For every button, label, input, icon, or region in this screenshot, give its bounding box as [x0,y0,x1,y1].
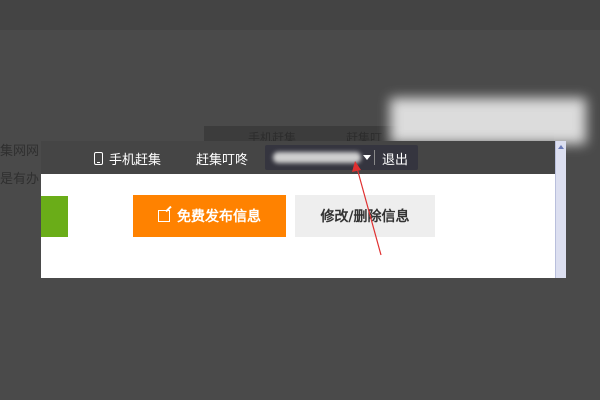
username-redacted [273,152,361,163]
top-nav-bar: 手机赶集 赶集叮咚 退出 [41,141,555,174]
mobile-app-link[interactable]: 手机赶集 [94,149,161,168]
scrollbar[interactable] [555,141,566,278]
site-panel: 手机赶集 赶集叮咚 退出 免费发布信息 修改/删除信息 [41,141,566,278]
post-free-info-button[interactable]: 免费发布信息 [133,195,286,237]
redaction-blur [390,98,586,144]
edit-delete-info-button[interactable]: 修改/删除信息 [295,195,435,237]
post-button-label: 免费发布信息 [177,209,261,225]
logout-link[interactable]: 退出 [382,149,408,168]
mobile-app-label: 手机赶集 [109,153,162,168]
background-text-1: 集网网 [0,144,40,159]
divider [374,150,375,165]
user-menu[interactable]: 退出 [265,145,418,170]
caret-down-icon[interactable] [363,155,371,160]
green-accent-block [41,196,68,237]
ding-link[interactable]: 赶集叮咚 [196,149,248,168]
edit-icon [158,210,170,222]
background-text-2: 是有办 [0,172,40,187]
background-band [0,0,600,30]
phone-icon [94,152,103,165]
scroll-up-icon[interactable] [558,145,564,149]
